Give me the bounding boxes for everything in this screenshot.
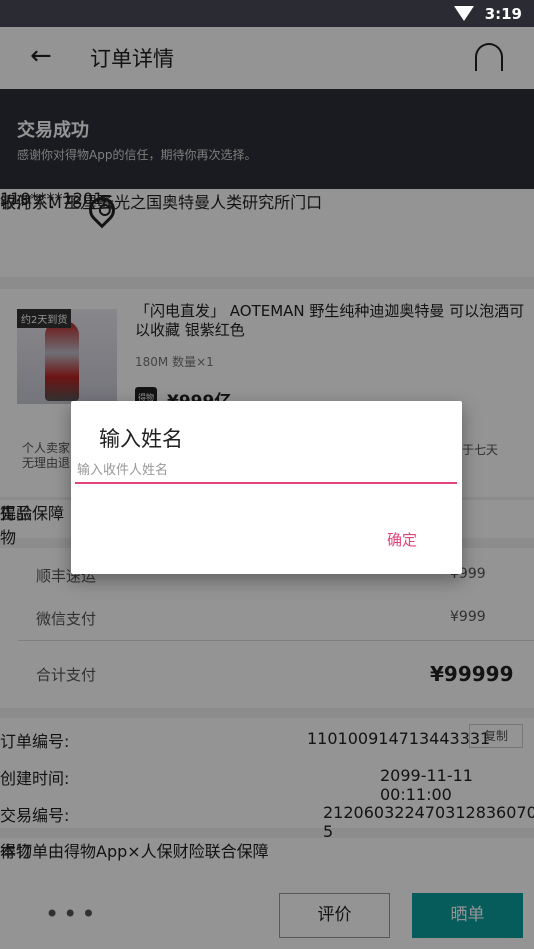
confirm-button[interactable]: 确定 bbox=[387, 529, 417, 550]
dialog-title: 输入姓名 bbox=[99, 427, 183, 451]
status-time: 3:19 bbox=[484, 5, 522, 23]
recipient-name-input[interactable] bbox=[75, 458, 457, 484]
status-bar: 3:19 bbox=[0, 0, 534, 27]
name-dialog: 输入姓名 确定 bbox=[71, 401, 462, 574]
wifi-icon bbox=[454, 6, 474, 21]
